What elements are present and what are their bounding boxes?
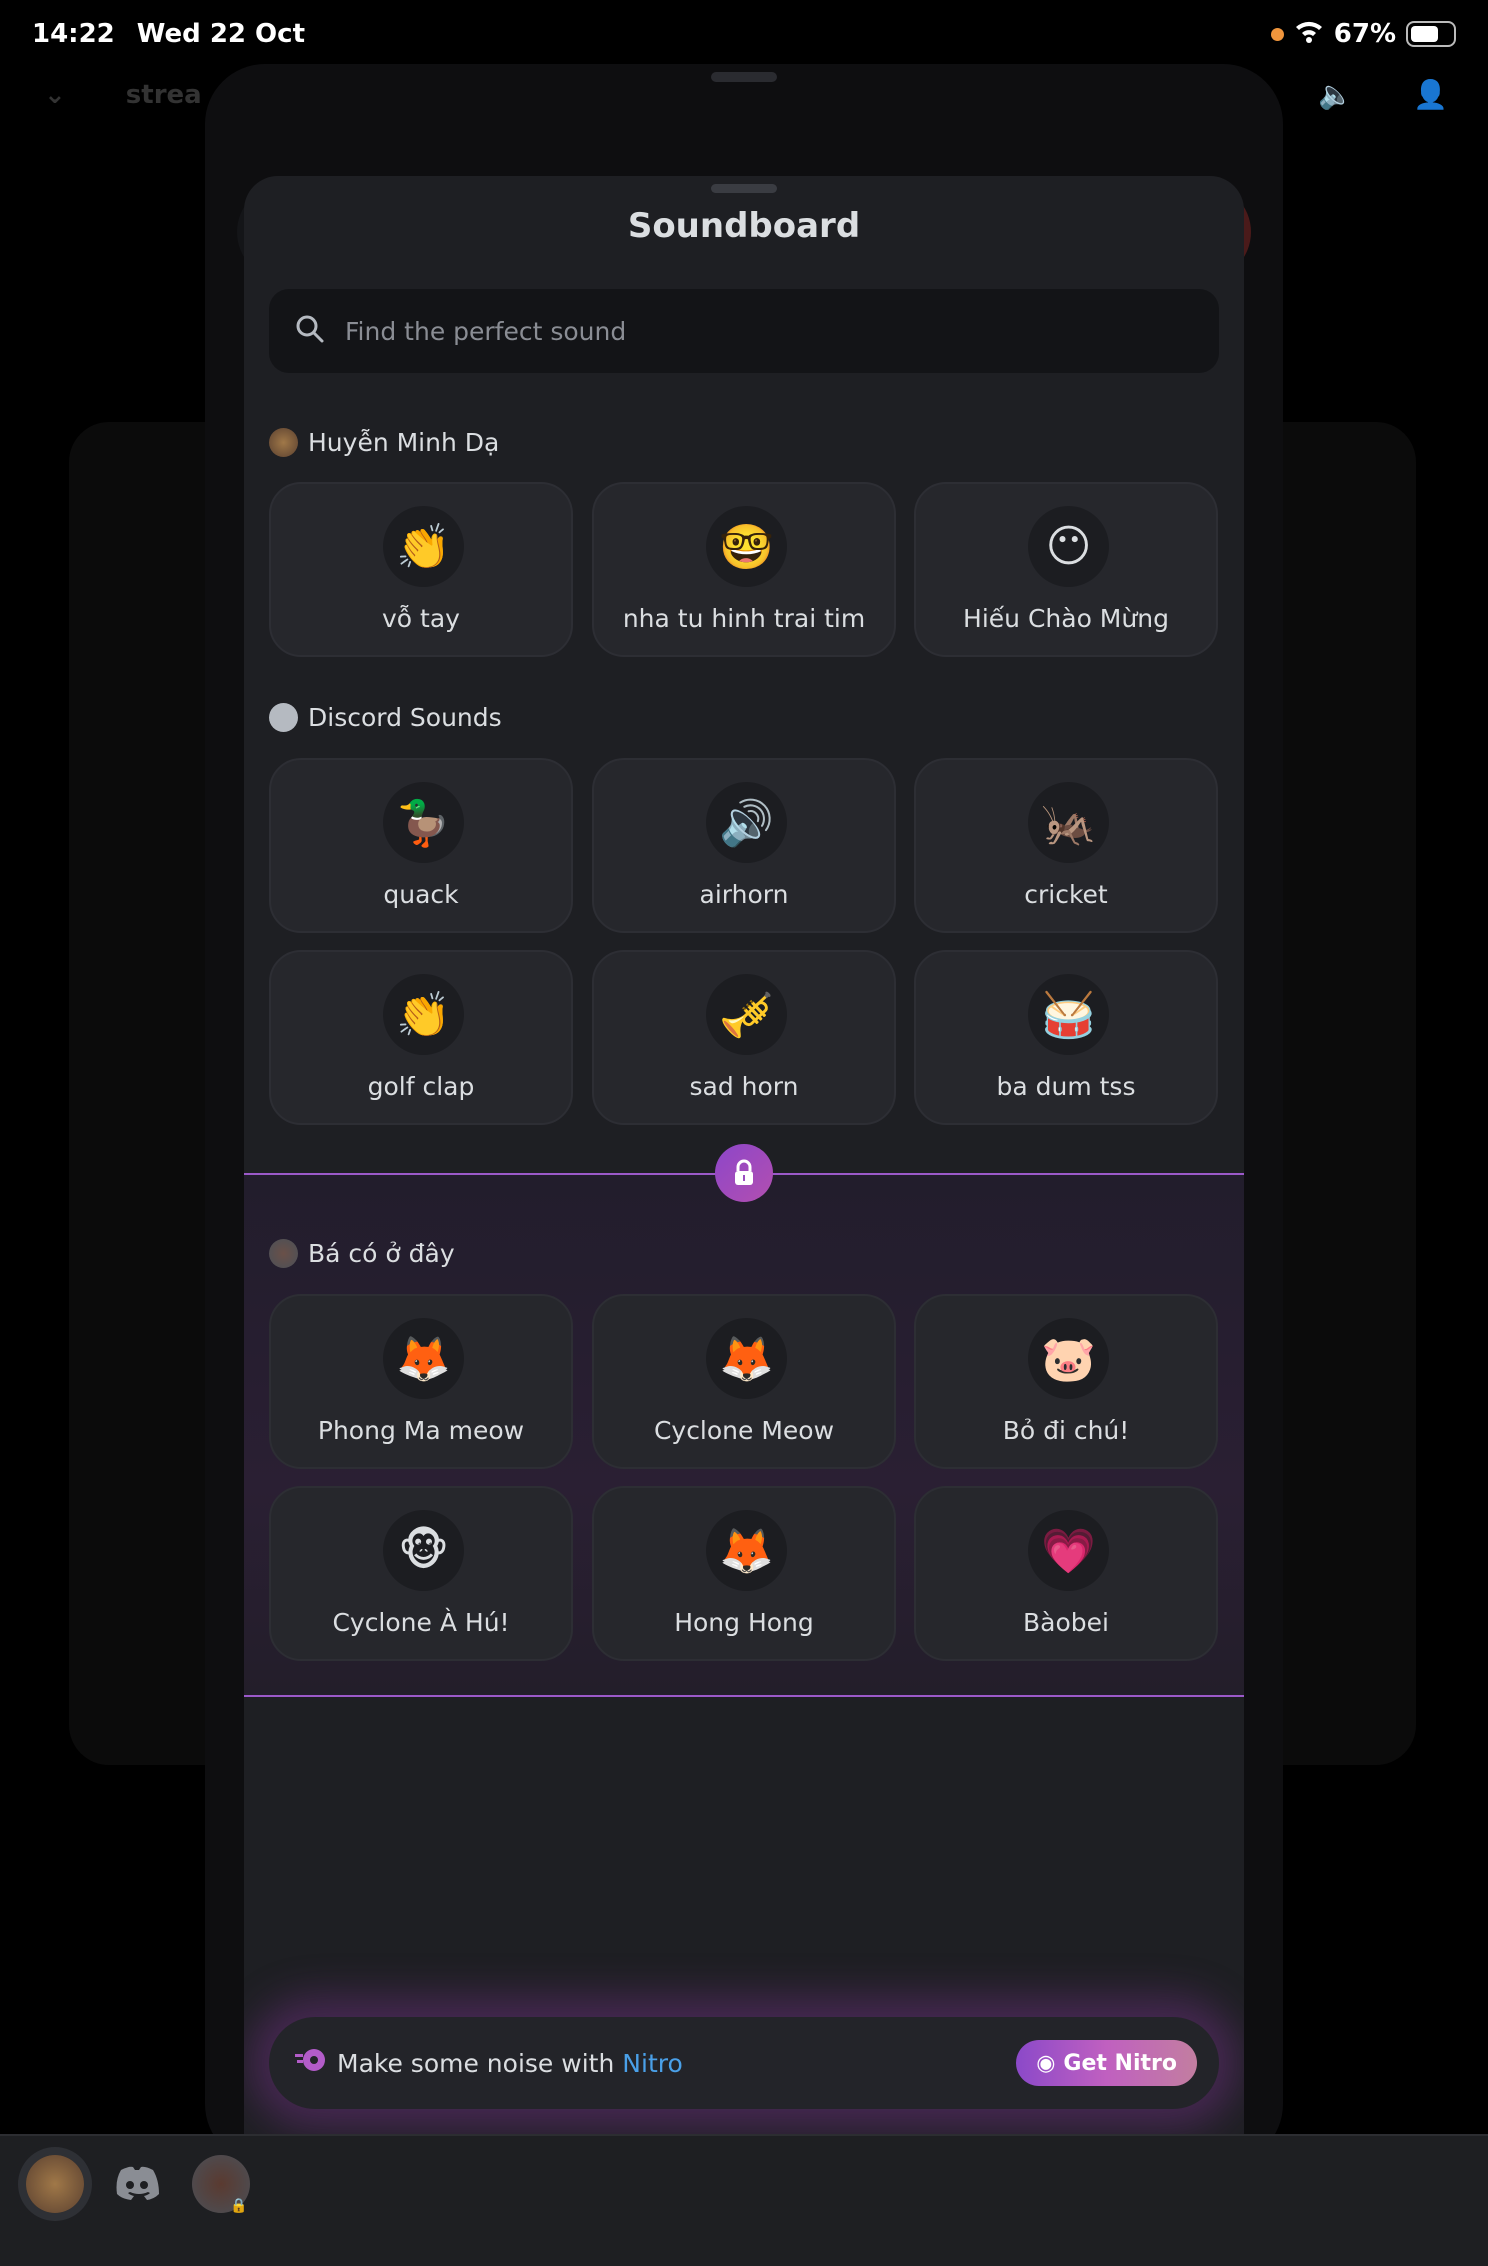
server-avatar-icon	[269, 428, 298, 457]
flareon-sticker-icon: 🦊	[706, 1318, 787, 1399]
battery-percent: 67%	[1333, 19, 1396, 49]
battery-icon	[1406, 21, 1456, 47]
monkey-sticker-icon: 🐵	[383, 1510, 464, 1591]
background-call-actions: 🔈 👤	[1318, 78, 1448, 111]
search-input[interactable]	[345, 316, 1145, 346]
soundboard-sheet: Soundboard Make some noise with Nitro ◉ …	[244, 176, 1244, 2134]
section-title: Huyễn Minh Dạ	[308, 428, 500, 457]
blank-face-icon: 😶	[1028, 506, 1109, 587]
sound-tile[interactable]: 💗 Bàobei	[914, 1486, 1218, 1661]
discord-logo-icon[interactable]	[108, 2155, 166, 2213]
sound-label: nha tu hinh trai tim	[622, 604, 866, 633]
sound-tile[interactable]: 🦗 cricket	[914, 758, 1218, 933]
drag-handle[interactable]	[711, 184, 777, 193]
section-header: Discord Sounds	[269, 703, 502, 732]
sound-label: airhorn	[699, 880, 789, 909]
section-header: Huyễn Minh Dạ	[269, 428, 499, 457]
sound-tile[interactable]: 🦊 Hong Hong	[592, 1486, 896, 1661]
lock-icon	[715, 1144, 773, 1202]
add-user-icon[interactable]: 👤	[1413, 78, 1448, 111]
speaker-icon[interactable]: 🔈	[1318, 78, 1353, 111]
drag-handle[interactable]	[711, 72, 777, 82]
nitro-icon: ◉	[1036, 2050, 1056, 2076]
drum-icon: 🥁	[1028, 974, 1109, 1055]
sound-tile[interactable]: 😶 Hiếu Chào Mừng	[914, 482, 1218, 657]
background-call-header: ⌄ strea	[44, 80, 202, 110]
sound-label: quack	[383, 880, 459, 909]
channel-name: strea	[125, 80, 202, 110]
nitro-link[interactable]: Nitro	[622, 2049, 682, 2078]
mic-indicator-icon	[1270, 27, 1284, 41]
sound-tile[interactable]: 🔊 airhorn	[592, 758, 896, 933]
section-title: Discord Sounds	[308, 703, 502, 732]
sound-tile[interactable]: 🦊 Cyclone Meow	[592, 1294, 896, 1469]
server-avatar-huyen-minh-da[interactable]	[26, 2155, 84, 2213]
sound-tile[interactable]: 🐷 Bỏ đi chú!	[914, 1294, 1218, 1469]
sound-label: Hong Hong	[674, 1608, 814, 1637]
speaker-icon: 🔊	[706, 782, 787, 863]
flareon-sticker-icon: 🦊	[383, 1318, 464, 1399]
get-nitro-label: Get Nitro	[1063, 2050, 1177, 2076]
sound-tile[interactable]: 🤓 nha tu hinh trai tim	[592, 482, 896, 657]
sound-tile[interactable]: 🥁 ba dum tss	[914, 950, 1218, 1125]
discord-logo-icon	[269, 703, 298, 732]
sound-label: Phong Ma meow	[317, 1416, 525, 1445]
sound-tile[interactable]: 🦆 quack	[269, 758, 573, 933]
server-avatar-icon	[269, 1239, 298, 1268]
section-title: Bá có ở đây	[308, 1239, 455, 1268]
search-bar[interactable]	[269, 289, 1219, 373]
trumpet-icon: 🎺	[706, 974, 787, 1055]
sound-label: Cyclone Meow	[653, 1416, 835, 1445]
sound-label: vỗ tay	[382, 604, 460, 633]
sound-tile[interactable]: 🦊 Phong Ma meow	[269, 1294, 573, 1469]
nitro-upsell-banner: Make some noise with Nitro ◉ Get Nitro	[269, 2017, 1219, 2109]
sound-label: Hiếu Chào Mừng	[963, 604, 1169, 633]
sketch-face-icon: 🤓	[706, 506, 787, 587]
sound-label: Bỏ đi chú!	[1002, 1416, 1130, 1445]
nitro-banner-text: Make some noise with	[337, 2048, 615, 2078]
sound-label: golf clap	[367, 1072, 475, 1101]
get-nitro-button[interactable]: ◉ Get Nitro	[1016, 2040, 1197, 2086]
sound-label: cricket	[1024, 880, 1108, 909]
search-icon	[295, 314, 325, 348]
sound-label: ba dum tss	[996, 1072, 1136, 1101]
sound-label: Cyclone À Hú!	[332, 1608, 510, 1637]
collapse-chevron-icon[interactable]: ⌄	[44, 80, 66, 110]
clock: 14:22	[32, 19, 115, 49]
lock-icon: 🔒	[230, 2198, 248, 2214]
mew-heart-sticker-icon: 💗	[1028, 1510, 1109, 1591]
sound-tile[interactable]: 🐵 Cyclone À Hú!	[269, 1486, 573, 1661]
flareon-sticker-icon: 🦊	[706, 1510, 787, 1591]
sheet-title: Soundboard	[627, 206, 861, 246]
clapping-hands-icon: 👏	[383, 974, 464, 1055]
wifi-icon	[1294, 19, 1324, 50]
sound-tile[interactable]: 👏 golf clap	[269, 950, 573, 1125]
sound-label: Bàobei	[1023, 1608, 1109, 1637]
duck-icon: 🦆	[383, 782, 464, 863]
slowpoke-sticker-icon: 🐷	[1028, 1318, 1109, 1399]
nitro-icon	[293, 2045, 329, 2081]
sound-tile[interactable]: 👏 vỗ tay	[269, 482, 573, 657]
section-header: Bá có ở đây	[269, 1239, 455, 1268]
clapping-hands-icon: 👏	[383, 506, 464, 587]
cricket-icon: 🦗	[1028, 782, 1109, 863]
sound-tile[interactable]: 🎺 sad horn	[592, 950, 896, 1125]
sound-label: sad horn	[689, 1072, 799, 1101]
date: Wed 22 Oct	[136, 19, 305, 49]
status-bar: 14:22 Wed 22 Oct 67%	[32, 14, 1456, 54]
server-filter-tray: 🔒	[0, 2134, 1488, 2266]
